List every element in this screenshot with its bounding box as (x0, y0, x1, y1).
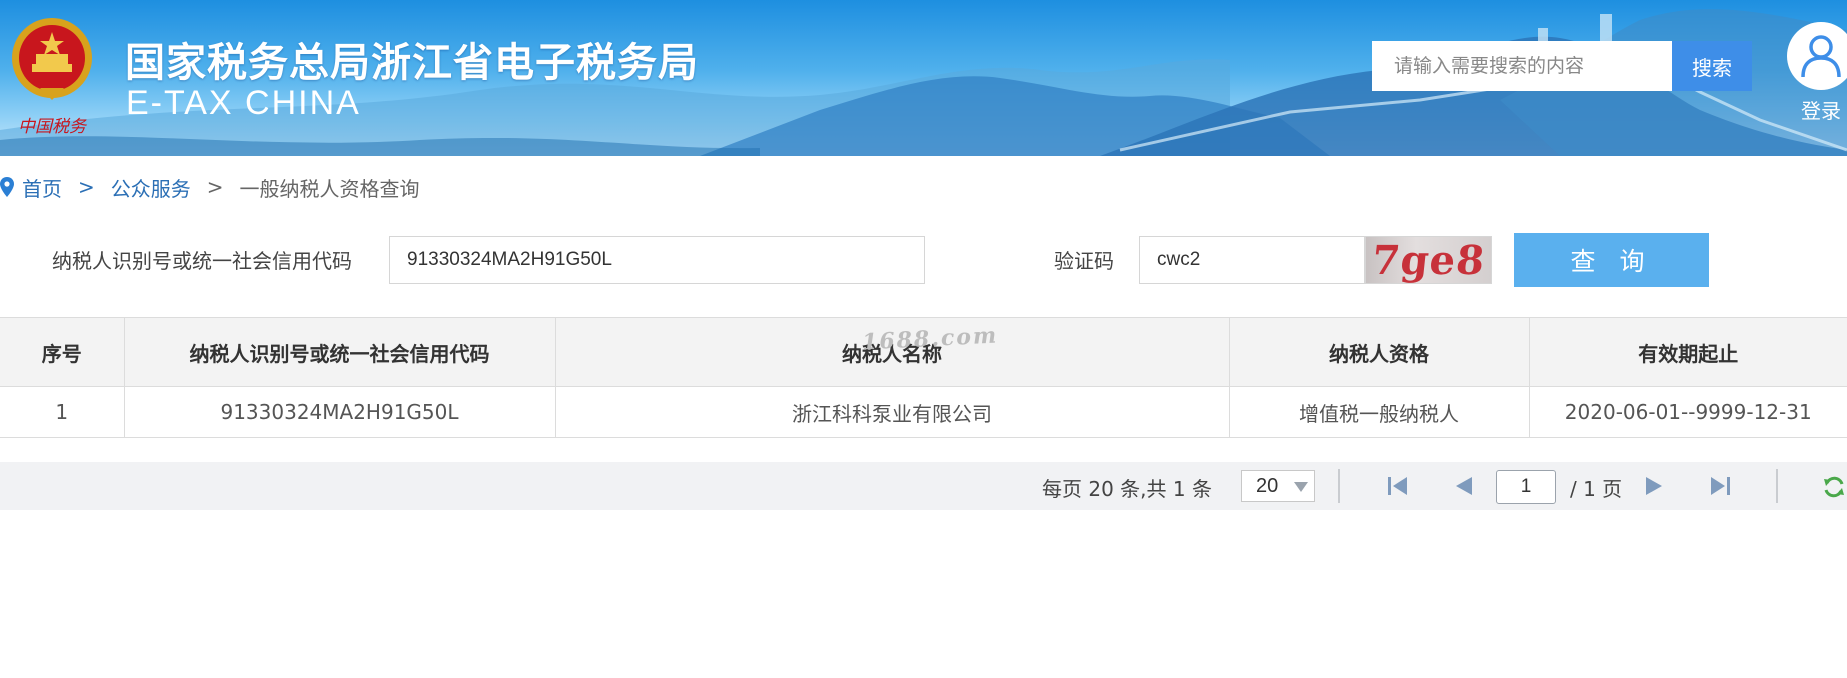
table-header-row: 序号 纳税人识别号或统一社会信用代码 纳税人名称 纳税人资格 有效期起止 (0, 317, 1847, 387)
column-header-tax-id: 纳税人识别号或统一社会信用代码 (124, 317, 556, 387)
location-pin-icon (0, 177, 14, 197)
breadcrumb-separator: > (206, 175, 224, 199)
total-pages: / 1 页 (1570, 477, 1623, 501)
breadcrumb: 首页 > 公众服务 > 一般纳税人资格查询 (0, 172, 420, 202)
results-table: 序号 纳税人识别号或统一社会信用代码 纳税人名称 纳税人资格 有效期起止 1 9… (0, 317, 1847, 438)
table-row[interactable]: 1 91330324MA2H91G50L 浙江科科泵业有限公司 增值税一般纳税人… (0, 386, 1847, 438)
svg-text:中国税务: 中国税务 (18, 117, 88, 136)
captcha-image[interactable]: 7ge8 (1365, 236, 1492, 284)
captcha-image-text: 7ge8 (1369, 236, 1488, 284)
query-button[interactable]: 查 询 (1514, 233, 1709, 287)
site-search-input[interactable] (1372, 41, 1672, 91)
column-header-taxpayer-name: 纳税人名称 (555, 317, 1230, 387)
first-page-icon[interactable] (1386, 475, 1410, 497)
prev-page-icon[interactable] (1452, 475, 1476, 497)
breadcrumb-current: 一般纳税人资格查询 (239, 176, 420, 201)
user-icon (1801, 35, 1841, 78)
login-label[interactable]: 登录 (1786, 95, 1847, 124)
chevron-down-icon (1294, 482, 1308, 492)
breadcrumb-home-link[interactable]: 首页 (22, 173, 62, 202)
refresh-icon[interactable] (1822, 475, 1846, 499)
pagination-bar: 每页 20 条,共 1 条 20 / 1 页 (0, 462, 1847, 510)
page-size-value: 20 (1256, 474, 1279, 497)
captcha-input[interactable] (1139, 236, 1365, 284)
page-number-input[interactable] (1496, 470, 1556, 504)
site-search-button[interactable]: 搜索 (1672, 41, 1752, 91)
header-banner: 中国税务 国家税务总局浙江省电子税务局 E-TAX CHINA 搜索 登录 (0, 0, 1847, 156)
cell-validity: 2020-06-01--9999-12-31 (1529, 386, 1847, 438)
cell-index: 1 (0, 386, 125, 438)
site-title: 国家税务总局浙江省电子税务局 (125, 40, 699, 86)
tax-id-label: 纳税人识别号或统一社会信用代码 (52, 249, 352, 273)
user-avatar[interactable] (1787, 22, 1847, 90)
last-page-icon[interactable] (1708, 475, 1732, 497)
page-size-select[interactable]: 20 (1241, 470, 1315, 502)
column-header-qualification: 纳税人资格 (1229, 317, 1530, 387)
cell-tax-id: 91330324MA2H91G50L (124, 386, 556, 438)
breadcrumb-section-link[interactable]: 公众服务 (111, 173, 191, 202)
cell-qualification: 增值税一般纳税人 (1229, 386, 1530, 438)
login-button[interactable]: 登录 (1786, 22, 1847, 124)
pagination-info: 每页 20 条,共 1 条 (1042, 477, 1212, 501)
captcha-label: 验证码 (1054, 249, 1114, 273)
pager-divider (1338, 469, 1340, 503)
cell-taxpayer-name: 浙江科科泵业有限公司 (555, 386, 1230, 438)
tax-id-input[interactable] (389, 236, 925, 284)
breadcrumb-separator: > (78, 175, 95, 199)
next-page-icon[interactable] (1642, 475, 1666, 497)
column-header-validity: 有效期起止 (1529, 317, 1847, 387)
column-header-index: 序号 (0, 317, 125, 387)
emblem-icon: 中国税务 (12, 18, 92, 136)
site-subtitle: E-TAX CHINA (126, 84, 361, 122)
pager-divider (1776, 469, 1778, 503)
